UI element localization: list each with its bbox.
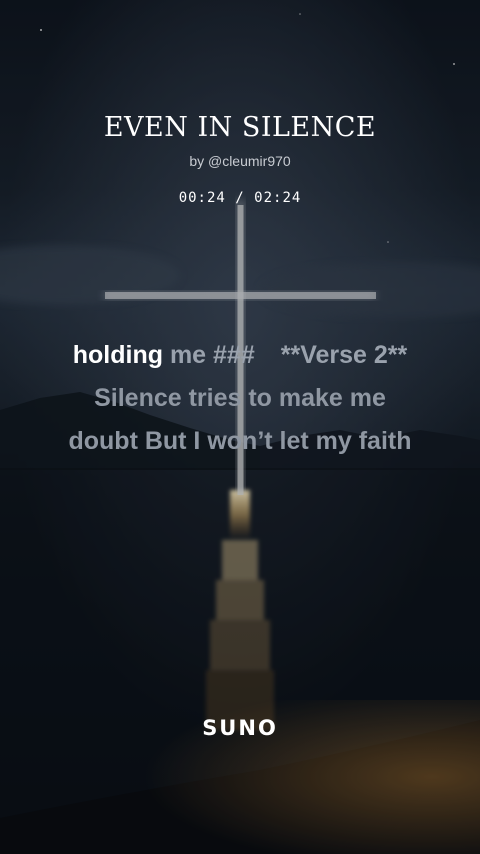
lyric-line-after: doubt But I won’t let my faith [68,427,412,455]
lyric-word-upcoming: me ### [169,341,255,369]
time-separator: / [235,190,245,206]
total-time: 02:24 [254,190,302,206]
lyric-line-next: Silence tries to make me [94,384,386,412]
song-title: EVEN IN SILENCE [103,112,377,143]
current-time: 00:24 [178,190,226,206]
lyric-word-active: holding [72,341,163,369]
artist-credit: by @cleumir970 [189,153,291,169]
player-screen: EVEN IN SILENCE by @cleumir970 00:24 / 0… [0,0,480,854]
lyric-line-current: holding me ### **Verse 2** [0,334,480,377]
lyrics-panel: holding me ### **Verse 2** Silence tries … [0,334,480,463]
playback-time: 00:24 / 02:24 [0,190,480,206]
lyric-section-tag: **Verse 2** [280,341,408,369]
suno-logo: SUNO [202,716,278,740]
